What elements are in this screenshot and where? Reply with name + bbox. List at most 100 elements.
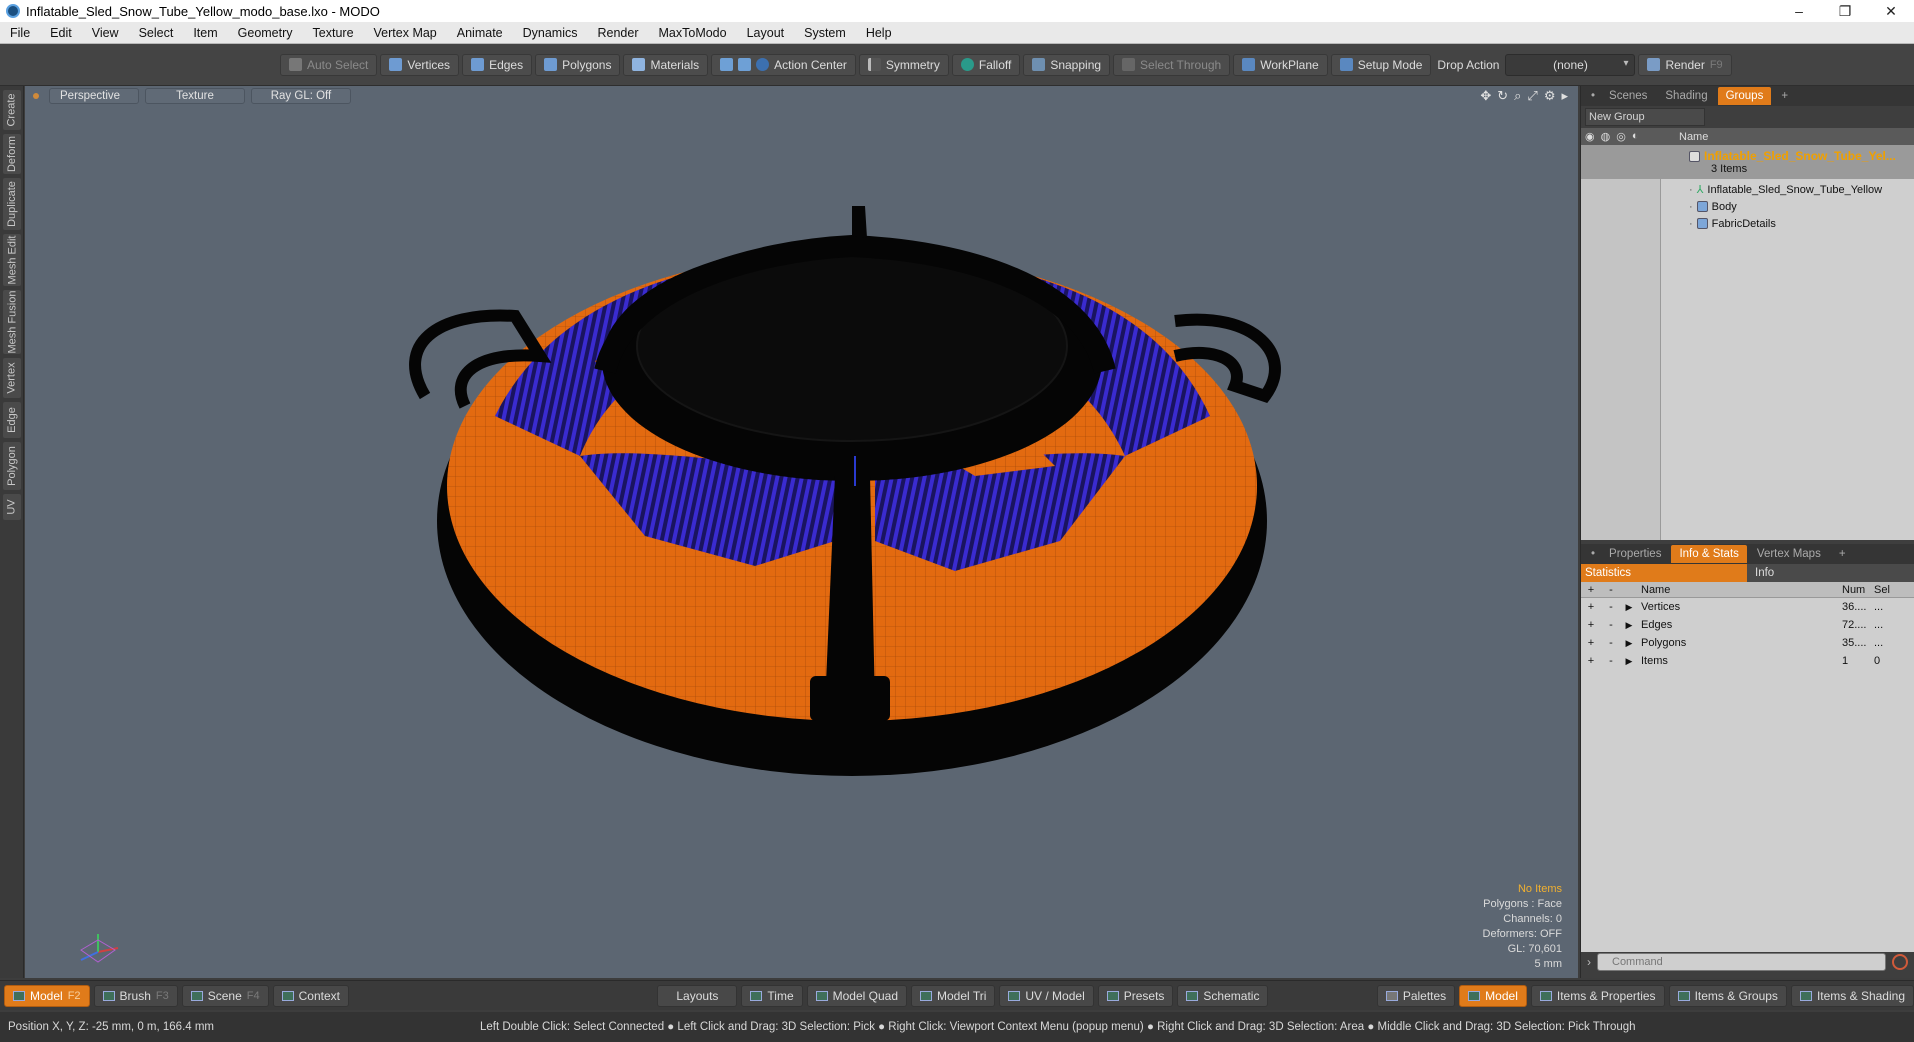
auto-select-button[interactable]: Auto Select	[280, 53, 378, 76]
maximize-viewport-icon[interactable]: ⤢	[1527, 88, 1537, 104]
brush-layout-button[interactable]: Brush F3	[93, 984, 178, 1007]
tab-duplicate[interactable]: Duplicate	[3, 178, 21, 230]
vertices-button[interactable]: Vertices	[380, 53, 460, 76]
new-group-button[interactable]: New Group	[1585, 108, 1705, 126]
tab-shading[interactable]: Shading	[1657, 87, 1715, 105]
expand-arrow-icon[interactable]: ▶	[1621, 602, 1637, 613]
select-through-button[interactable]: Select Through	[1113, 53, 1231, 76]
tab-create[interactable]: Create	[3, 90, 21, 130]
table-row[interactable]: + - ▶ Items 1 0	[1581, 652, 1914, 670]
drop-action-select[interactable]: (none) ▾	[1505, 53, 1636, 76]
polygons-button[interactable]: Polygons	[535, 53, 621, 76]
tab-info-stats[interactable]: Info & Stats	[1671, 545, 1747, 563]
maximize-button[interactable]: ❐	[1822, 0, 1868, 22]
eye-icon[interactable]: ◉	[1585, 130, 1595, 143]
subtab-info[interactable]: Info	[1747, 564, 1774, 582]
tab-mesh-fusion[interactable]: Mesh Fusion	[3, 290, 21, 354]
menu-item[interactable]: Item	[183, 26, 227, 40]
presets-button[interactable]: Presets	[1097, 984, 1174, 1007]
menu-view[interactable]: View	[82, 26, 129, 40]
add-selection-button[interactable]: +	[1581, 601, 1601, 613]
remove-selection-button[interactable]: -	[1601, 637, 1621, 649]
action-center-button[interactable]: Action Center	[711, 53, 856, 76]
tree-item-body[interactable]: · Body	[1581, 198, 1914, 215]
items-groups-button[interactable]: Items & Groups	[1668, 984, 1787, 1007]
render-button[interactable]: Render F9	[1638, 53, 1732, 76]
remove-selection-button[interactable]: -	[1601, 601, 1621, 613]
tree-item-fabricdetails[interactable]: · FabricDetails	[1581, 215, 1914, 232]
expand-arrow-icon[interactable]: ▸	[1561, 88, 1568, 104]
table-row[interactable]: + - ▶ Vertices 36.... ...	[1581, 598, 1914, 616]
view-type-button[interactable]: Perspective	[49, 88, 139, 104]
menu-maxtomodo[interactable]: MaxToModo	[649, 26, 737, 40]
tab-edge[interactable]: Edge	[3, 402, 21, 438]
context-layout-button[interactable]: Context	[272, 984, 349, 1007]
menu-texture[interactable]: Texture	[303, 26, 364, 40]
schematic-button[interactable]: Schematic	[1177, 984, 1269, 1007]
falloff-button[interactable]: Falloff	[951, 53, 1021, 76]
expand-arrow-icon[interactable]: ▶	[1621, 620, 1637, 631]
remove-selection-button[interactable]: -	[1601, 655, 1621, 667]
tab-scenes[interactable]: Scenes	[1601, 87, 1655, 105]
menu-system[interactable]: System	[794, 26, 856, 40]
add-selection-button[interactable]: +	[1581, 655, 1601, 667]
command-expand-icon[interactable]: ›	[1587, 955, 1591, 969]
3d-viewport[interactable]: Perspective Texture Ray GL: Off ✥ ↻ ⌕ ⤢ …	[25, 86, 1578, 978]
scene-layout-button[interactable]: Scene F4	[181, 984, 269, 1007]
workplane-button[interactable]: WorkPlane	[1233, 53, 1328, 76]
menu-edit[interactable]: Edit	[40, 26, 82, 40]
lock-icon[interactable]: ◍	[1601, 130, 1611, 143]
expand-arrow-icon[interactable]: ▶	[1621, 638, 1637, 649]
materials-button[interactable]: Materials	[623, 53, 709, 76]
uv-model-button[interactable]: UV / Model	[999, 984, 1094, 1007]
shading-mode-button[interactable]: Texture	[145, 88, 245, 104]
edges-button[interactable]: Edges	[462, 53, 533, 76]
select-toggle-icon[interactable]: ◐	[1632, 130, 1639, 143]
add-tab-icon[interactable]: +	[1831, 545, 1854, 563]
group-root-row[interactable]: Inflatable_Sled_Snow_Tube_Yel... 3 Items	[1581, 145, 1914, 179]
items-shading-button[interactable]: Items & Shading	[1790, 984, 1914, 1007]
tab-uv[interactable]: UV	[3, 494, 21, 520]
model-quad-button[interactable]: Model Quad	[806, 984, 908, 1007]
layouts-button[interactable]: Layouts	[657, 984, 738, 1007]
tab-vertex[interactable]: Vertex	[3, 358, 21, 398]
raygl-button[interactable]: Ray GL: Off	[251, 88, 351, 104]
menu-geometry[interactable]: Geometry	[228, 26, 303, 40]
menu-animate[interactable]: Animate	[447, 26, 513, 40]
tab-vertex-maps[interactable]: Vertex Maps	[1749, 545, 1829, 563]
palettes-button[interactable]: Palettes	[1376, 984, 1456, 1007]
rotate-icon[interactable]: ↻	[1497, 88, 1508, 104]
minimize-button[interactable]: –	[1776, 0, 1822, 22]
model-layout-button[interactable]: Model F2	[4, 984, 90, 1007]
menu-help[interactable]: Help	[856, 26, 902, 40]
subtab-statistics[interactable]: Statistics	[1581, 564, 1747, 582]
model-tri-button[interactable]: Model Tri	[911, 984, 996, 1007]
snapping-button[interactable]: Snapping	[1023, 53, 1111, 76]
add-selection-button[interactable]: +	[1581, 637, 1601, 649]
viewport-menu-dot-icon[interactable]	[33, 93, 39, 99]
close-button[interactable]: ✕	[1868, 0, 1914, 22]
panel-menu-dot-icon[interactable]: •	[1587, 545, 1599, 563]
menu-layout[interactable]: Layout	[737, 26, 795, 40]
pan-icon[interactable]: ✥	[1480, 88, 1491, 104]
expand-arrow-icon[interactable]: ▶	[1621, 656, 1637, 667]
menu-select[interactable]: Select	[129, 26, 184, 40]
setup-mode-button[interactable]: Setup Mode	[1330, 53, 1432, 76]
menu-file[interactable]: File	[0, 26, 40, 40]
command-history-icon[interactable]	[1892, 954, 1908, 970]
symmetry-button[interactable]: Symmetry	[858, 53, 949, 76]
table-row[interactable]: + - ▶ Polygons 35.... ...	[1581, 634, 1914, 652]
model-right-button[interactable]: Model	[1459, 984, 1527, 1007]
tab-polygon[interactable]: Polygon	[3, 442, 21, 490]
tab-groups[interactable]: Groups	[1717, 87, 1772, 105]
tree-item-locator[interactable]: · ⅄ Inflatable_Sled_Snow_Tube_Yellow	[1581, 181, 1914, 198]
render-toggle-icon[interactable]: ◎	[1616, 130, 1626, 143]
zoom-icon[interactable]: ⌕	[1514, 88, 1521, 104]
remove-selection-button[interactable]: -	[1601, 619, 1621, 631]
panel-menu-dot-icon[interactable]: •	[1587, 87, 1599, 105]
add-tab-icon[interactable]: +	[1773, 87, 1796, 105]
tab-deform[interactable]: Deform	[3, 134, 21, 174]
menu-render[interactable]: Render	[588, 26, 649, 40]
time-button[interactable]: Time	[741, 984, 803, 1007]
gear-icon[interactable]: ⚙	[1544, 88, 1556, 104]
